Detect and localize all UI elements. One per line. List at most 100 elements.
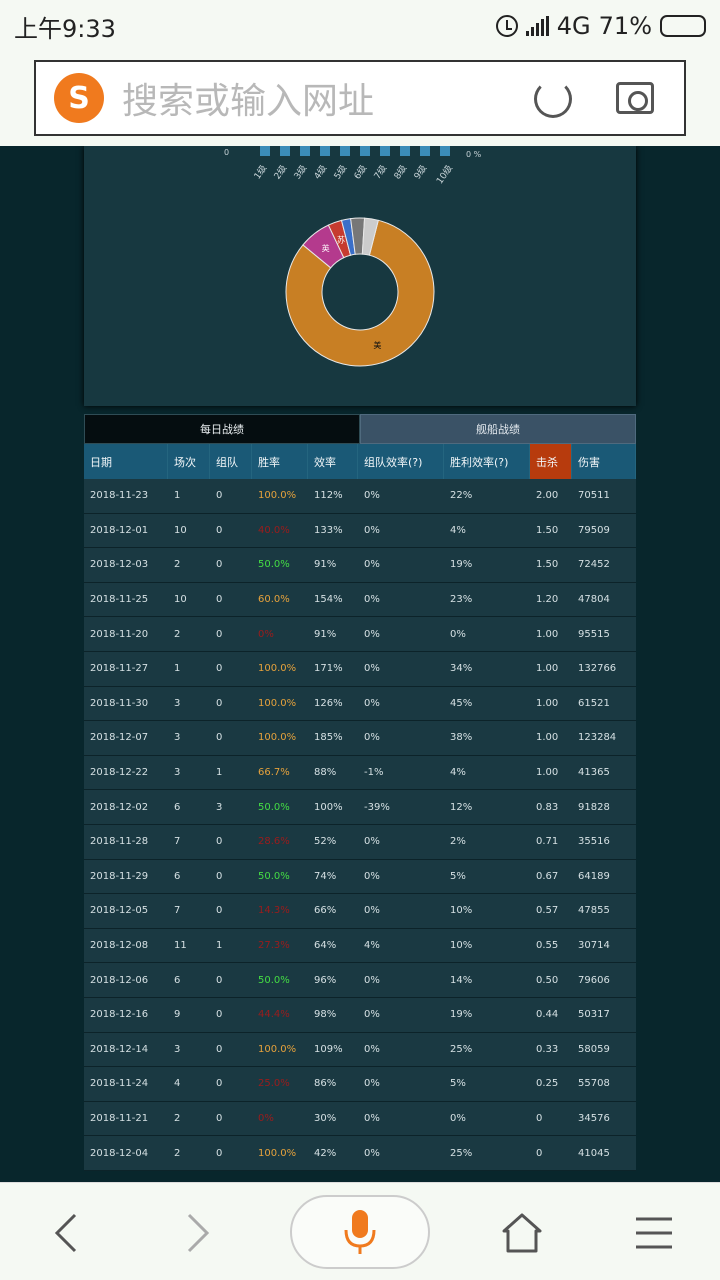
- table-row[interactable]: 2018-12-22 3 1 66.7% 88% -1% 4% 1.00 41365: [84, 755, 636, 791]
- cell-teff: 0%: [364, 559, 380, 571]
- cell-win: 100.0%: [258, 732, 297, 744]
- cell-kill: 0.44: [536, 1009, 559, 1021]
- cell-win: 14.3%: [258, 905, 290, 917]
- home-icon[interactable]: [492, 1203, 552, 1263]
- cell-teff: 0%: [364, 905, 380, 917]
- cell-team: 0: [216, 628, 223, 640]
- cell-eff: 154%: [314, 594, 343, 606]
- forward-icon[interactable]: [168, 1203, 228, 1263]
- cell-dmg: 34576: [578, 1112, 610, 1124]
- cell-teff: 0%: [364, 697, 380, 709]
- stats-tabs: 每日战绩 舰船战绩: [84, 414, 636, 444]
- mic-icon: [344, 1210, 376, 1254]
- cell-date: 2018-12-14: [90, 1043, 149, 1055]
- cell-teff: -1%: [364, 767, 384, 779]
- cell-eff: 91%: [314, 628, 337, 640]
- tier-tick-label: 6级: [352, 163, 370, 182]
- table-row[interactable]: 2018-11-27 1 0 100.0% 171% 0% 34% 1.00 132766: [84, 651, 636, 687]
- cell-eff: 30%: [314, 1112, 337, 1124]
- table-row[interactable]: 2018-11-28 7 0 28.6% 52% 0% 2% 0.71 35516: [84, 824, 636, 860]
- address-bar[interactable]: S 搜索或输入网址: [34, 60, 686, 136]
- refresh-icon[interactable]: [534, 80, 572, 118]
- address-placeholder[interactable]: 搜索或输入网址: [122, 72, 374, 124]
- cell-dmg: 132766: [578, 663, 617, 675]
- cell-weff: 19%: [450, 1009, 473, 1021]
- table-row[interactable]: 2018-12-05 7 0 14.3% 66% 0% 10% 0.57 47855: [84, 894, 636, 929]
- chart-panel: 0 0 % 1级 2级 3级 4级 5级 6级 7级 8级 9级 10级 美 英苏: [84, 146, 636, 406]
- cell-dmg: 30714: [578, 940, 610, 952]
- tier-tick-label: 1级: [252, 163, 270, 182]
- col-date[interactable]: 日期: [84, 444, 168, 479]
- cell-win: 60.0%: [258, 594, 290, 606]
- col-kills[interactable]: 击杀: [530, 444, 572, 479]
- cell-teff: 0%: [364, 628, 380, 640]
- cell-eff: 64%: [314, 940, 337, 952]
- donut-slice-label: 英: [322, 243, 330, 253]
- cell-weff: 5%: [450, 1078, 466, 1090]
- network-type: 4G: [556, 12, 591, 40]
- col-winrate[interactable]: 胜率: [252, 444, 308, 479]
- table-row[interactable]: 2018-12-14 3 0 100.0% 109% 0% 25% 0.33 58059: [84, 1032, 636, 1068]
- cell-win: 100.0%: [258, 663, 297, 675]
- cell-teff: 0%: [364, 1043, 380, 1055]
- table-row[interactable]: 2018-11-30 3 0 100.0% 126% 0% 45% 1.00 61521: [84, 686, 636, 722]
- cell-kill: 0.57: [536, 905, 559, 917]
- bar-axis-percent: 0 %: [466, 150, 482, 159]
- cell-games: 11: [174, 940, 187, 952]
- table-row[interactable]: 2018-12-04 2 0 100.0% 42% 0% 25% 0 41045: [84, 1136, 636, 1171]
- cell-team: 0: [216, 663, 223, 675]
- col-games[interactable]: 场次: [168, 444, 210, 479]
- cell-eff: 74%: [314, 870, 337, 882]
- tab-ships[interactable]: 舰船战绩: [360, 414, 636, 444]
- table-row[interactable]: 2018-12-02 6 3 50.0% 100% -39% 12% 0.83 91828: [84, 790, 636, 825]
- sogou-logo-icon[interactable]: S: [54, 73, 104, 123]
- tier-tick-label: 3级: [292, 163, 310, 182]
- cell-games: 3: [174, 697, 181, 709]
- col-efficiency[interactable]: 效率: [308, 444, 358, 479]
- cell-weff: 25%: [450, 1043, 473, 1055]
- col-win-efficiency[interactable]: 胜利效率(?): [444, 444, 530, 479]
- table-row[interactable]: 2018-11-29 6 0 50.0% 74% 0% 5% 0.67 64189: [84, 859, 636, 895]
- table-row[interactable]: 2018-11-25 10 0 60.0% 154% 0% 23% 1.20 47804: [84, 582, 636, 618]
- bar-axis-zero: 0: [224, 148, 230, 157]
- cell-eff: 171%: [314, 663, 343, 675]
- menu-icon[interactable]: [624, 1203, 684, 1263]
- status-right: 4G 71%: [495, 12, 706, 40]
- table-row[interactable]: 2018-12-07 3 0 100.0% 185% 0% 38% 1.00 123284: [84, 721, 636, 756]
- table-row[interactable]: 2018-12-01 10 0 40.0% 133% 0% 4% 1.50 79509: [84, 513, 636, 549]
- voice-search-button[interactable]: [290, 1195, 430, 1269]
- back-icon[interactable]: [36, 1203, 96, 1263]
- table-row[interactable]: 2018-12-06 6 0 50.0% 96% 0% 14% 0.50 79606: [84, 963, 636, 998]
- cell-weff: 19%: [450, 559, 473, 571]
- cell-weff: 45%: [450, 697, 473, 709]
- table-row[interactable]: 2018-11-23 1 0 100.0% 112% 0% 22% 2.00 70511: [84, 479, 636, 514]
- cell-win: 0%: [258, 628, 274, 640]
- table-row[interactable]: 2018-11-21 2 0 0% 30% 0% 0% 0 34576: [84, 1101, 636, 1137]
- cell-date: 2018-12-16: [90, 1009, 149, 1021]
- daily-stats-table: 日期 场次 组队 胜率 效率 组队效率(?) 胜利效率(?) 击杀 伤害 201…: [84, 444, 636, 1171]
- nation-donut-chart: 美 英苏: [285, 217, 435, 367]
- battery-percent: 71%: [598, 12, 652, 40]
- table-row[interactable]: 2018-11-24 4 0 25.0% 86% 0% 5% 0.25 55708: [84, 1067, 636, 1102]
- cell-win: 100.0%: [258, 697, 297, 709]
- tab-daily[interactable]: 每日战绩: [84, 414, 360, 444]
- cell-dmg: 95515: [578, 628, 610, 640]
- cell-date: 2018-11-24: [90, 1078, 149, 1090]
- cell-kill: 1.00: [536, 732, 559, 744]
- table-row[interactable]: 2018-12-08 11 1 27.3% 64% 4% 10% 0.55 30714: [84, 928, 636, 964]
- table-row[interactable]: 2018-12-03 2 0 50.0% 91% 0% 19% 1.50 72452: [84, 548, 636, 583]
- cell-kill: 1.00: [536, 767, 559, 779]
- col-team-efficiency[interactable]: 组队效率(?): [358, 444, 444, 479]
- cell-weff: 34%: [450, 663, 473, 675]
- cell-eff: 98%: [314, 1009, 337, 1021]
- cell-games: 6: [174, 801, 181, 813]
- col-damage[interactable]: 伤害: [572, 444, 636, 479]
- cell-eff: 185%: [314, 732, 343, 744]
- table-row[interactable]: 2018-12-16 9 0 44.4% 98% 0% 19% 0.44 50317: [84, 997, 636, 1033]
- cell-teff: 0%: [364, 1009, 380, 1021]
- cell-weff: 14%: [450, 974, 473, 986]
- col-team[interactable]: 组队: [210, 444, 252, 479]
- status-bar: 上午9:33 4G 71%: [0, 0, 720, 52]
- camera-icon[interactable]: [616, 82, 654, 114]
- table-row[interactable]: 2018-11-20 2 0 0% 91% 0% 0% 1.00 95515: [84, 617, 636, 652]
